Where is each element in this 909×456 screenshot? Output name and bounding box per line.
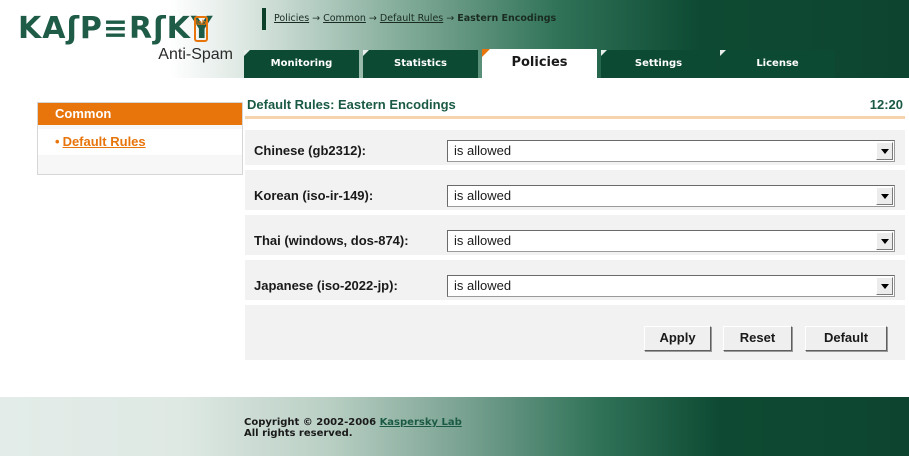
rule-label: Thai (windows, dos-874): (254, 233, 409, 248)
breadcrumb-link-default-rules[interactable]: Default Rules (380, 13, 443, 24)
tab-policies[interactable]: Policies (482, 49, 597, 78)
page-title: Default Rules: Eastern Encodings (247, 97, 456, 112)
rule-select-thai[interactable]: is allowed (447, 230, 895, 252)
breadcrumb-separator: → (368, 13, 377, 24)
copyright-text: Copyright © 2002-2006 Kaspersky Lab All … (244, 417, 462, 439)
rights-text: All rights reserved. (244, 428, 353, 439)
select-value: is allowed (454, 188, 512, 203)
apply-button[interactable]: Apply (644, 326, 711, 351)
kaspersky-logo: KAʃP≡RʃKY lab Anti-Spam (18, 12, 233, 74)
company-link[interactable]: Kaspersky Lab (380, 417, 462, 428)
breadcrumb-link-common[interactable]: Common (323, 13, 366, 24)
sidebar-link-default-rules[interactable]: Default Rules (63, 134, 146, 149)
rule-row-chinese: Chinese (gb2312): is allowed (245, 130, 905, 170)
rule-row-japanese: Japanese (iso-2022-jp): is allowed (245, 265, 905, 305)
tab-monitoring[interactable]: Monitoring (244, 50, 359, 78)
rule-label: Chinese (gb2312): (254, 143, 366, 158)
rule-select-chinese[interactable]: is allowed (447, 140, 895, 162)
tab-settings[interactable]: Settings (601, 50, 716, 78)
encoding-rules-form: Chinese (gb2312): is allowed Korean (iso… (245, 130, 905, 360)
breadcrumb-separator: → (446, 13, 455, 24)
reset-button[interactable]: Reset (723, 326, 792, 351)
rule-row-thai: Thai (windows, dos-874): is allowed (245, 220, 905, 260)
rule-label: Japanese (iso-2022-jp): (254, 278, 398, 293)
breadcrumb-link-policies[interactable]: Policies (274, 13, 309, 24)
bullet-icon: • (55, 134, 60, 149)
rule-select-korean[interactable]: is allowed (447, 185, 895, 207)
rule-row-korean: Korean (iso-ir-149): is allowed (245, 175, 905, 215)
copyright-prefix: Copyright © 2002-2006 (244, 417, 380, 428)
logo-subtitle: Anti-Spam (158, 46, 233, 63)
sidebar-item-default-rules[interactable]: • Default Rules (38, 129, 242, 155)
rule-select-japanese[interactable]: is allowed (447, 275, 895, 297)
tab-statistics[interactable]: Statistics (363, 50, 478, 78)
select-value: is allowed (454, 278, 512, 293)
chevron-down-icon[interactable] (876, 232, 893, 250)
select-value: is allowed (454, 143, 512, 158)
tab-license[interactable]: License (720, 50, 835, 78)
rule-label: Korean (iso-ir-149): (254, 188, 374, 203)
sidebar: Common • Default Rules (37, 102, 243, 175)
breadcrumb-separator: → (312, 13, 321, 24)
chevron-down-icon[interactable] (876, 277, 893, 295)
footer: Copyright © 2002-2006 Kaspersky Lab All … (0, 397, 909, 456)
chevron-down-icon[interactable] (876, 187, 893, 205)
page-title-bar: Default Rules: Eastern Encodings 12:20 (245, 97, 905, 119)
header: KAʃP≡RʃKY lab Anti-Spam Policies → Common →… (0, 0, 909, 78)
clock-time: 12:20 (869, 97, 903, 112)
logo-wordmark: KAʃP≡RʃKY (18, 11, 214, 46)
chevron-down-icon[interactable] (876, 142, 893, 160)
logo-lab-badge: lab (194, 16, 208, 42)
sidebar-header: Common (38, 103, 242, 125)
select-value: is allowed (454, 233, 512, 248)
default-button[interactable]: Default (805, 326, 887, 351)
breadcrumb-current: Eastern Encodings (457, 13, 557, 24)
breadcrumb: Policies → Common → Default Rules → Eastern En… (262, 8, 556, 30)
